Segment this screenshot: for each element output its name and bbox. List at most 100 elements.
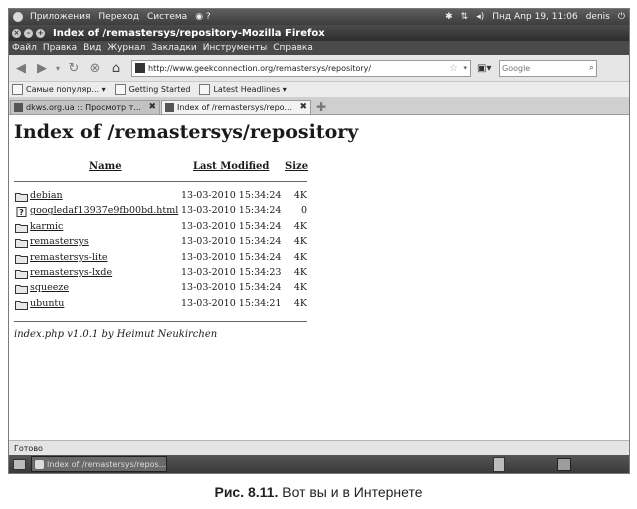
rss-icon bbox=[199, 84, 211, 95]
bug-icon[interactable]: ✱ bbox=[441, 12, 457, 22]
menu-edit[interactable]: Правка bbox=[40, 43, 80, 53]
workspace-switcher-icon[interactable] bbox=[557, 458, 571, 471]
file-link[interactable]: remastersys bbox=[30, 236, 89, 247]
applications-menu[interactable]: Приложения bbox=[26, 12, 94, 22]
folder-icon[interactable] bbox=[15, 238, 28, 249]
bookmark-most-visited[interactable]: Самые популяр... ▾ bbox=[12, 84, 106, 95]
forward-arrow-icon[interactable]: ▶ bbox=[33, 59, 51, 77]
divider bbox=[14, 181, 307, 182]
file-link[interactable]: remastersys-lxde bbox=[30, 267, 112, 278]
trash-icon[interactable] bbox=[493, 457, 505, 472]
file-size: 4K bbox=[293, 190, 307, 201]
window-titlebar[interactable]: × – + Index of /remastersys/repository-M… bbox=[9, 25, 629, 41]
file-size: 4K bbox=[293, 236, 307, 248]
divider bbox=[14, 321, 307, 322]
home-icon[interactable]: ⌂ bbox=[107, 59, 125, 77]
menu-view[interactable]: Вид bbox=[80, 43, 104, 53]
folder-icon[interactable] bbox=[15, 192, 28, 202]
places-menu[interactable]: Переход bbox=[94, 12, 143, 22]
close-tab-icon[interactable]: ✖ bbox=[299, 102, 307, 112]
file-modified: 13-03-2010 15:34:24 bbox=[181, 236, 282, 248]
url-text[interactable]: http://www.geekconnection.org/remastersy… bbox=[148, 64, 371, 73]
file-link[interactable]: karmic bbox=[30, 221, 63, 232]
tab-strip: dkws.org.ua :: Просмотр т... ✖ Index of … bbox=[9, 98, 629, 115]
search-engine-icon[interactable]: ▣▾ bbox=[477, 61, 497, 75]
status-text: Готово bbox=[14, 443, 43, 453]
menu-bar: Файл Правка Вид Журнал Закладки Инструме… bbox=[9, 41, 629, 55]
file-size: 4K bbox=[293, 282, 307, 294]
file-modified: 13-03-2010 15:34:24 bbox=[181, 205, 282, 217]
url-bar[interactable]: http://www.geekconnection.org/remastersy… bbox=[131, 59, 471, 77]
folder-icon[interactable] bbox=[15, 269, 28, 279]
status-bar: Готово bbox=[9, 440, 629, 455]
close-tab-icon[interactable]: ✖ bbox=[148, 102, 156, 112]
column-modified-header[interactable]: Last Modified bbox=[193, 161, 269, 172]
tab-dkws[interactable]: dkws.org.ua :: Просмотр т... ✖ bbox=[10, 100, 160, 114]
file-size: 0 bbox=[300, 205, 307, 217]
network-icon[interactable]: ⇅ bbox=[457, 12, 473, 22]
file-modified: 13-03-2010 15:34:24 bbox=[181, 220, 282, 232]
show-desktop-icon[interactable] bbox=[13, 459, 26, 470]
menu-help[interactable]: Справка bbox=[270, 43, 316, 53]
table-row: remastersys-lxde 13-03-2010 15:34:23 4K bbox=[14, 266, 307, 281]
bookmark-star-icon[interactable]: ☆ bbox=[449, 61, 458, 76]
file-size: 4K bbox=[293, 267, 307, 278]
stop-icon[interactable]: ⊗ bbox=[86, 59, 104, 77]
power-icon[interactable]: ⏻ bbox=[614, 12, 629, 22]
menu-file[interactable]: Файл bbox=[9, 43, 40, 53]
history-dropdown-icon[interactable]: ▾ bbox=[54, 59, 62, 77]
new-tab-icon[interactable]: ✚ bbox=[314, 100, 328, 114]
file-modified: 13-03-2010 15:34:23 bbox=[181, 267, 282, 278]
menu-tools[interactable]: Инструменты bbox=[200, 43, 270, 53]
bookmark-latest-headlines[interactable]: Latest Headlines ▾ bbox=[199, 84, 287, 95]
tab-index-repository[interactable]: Index of /remastersys/repo... ✖ bbox=[161, 100, 311, 114]
figure-text: Вот вы и в Интернете bbox=[282, 484, 423, 500]
window-title: Index of /remastersys/repository-Mozilla… bbox=[53, 27, 325, 39]
column-name-header[interactable]: Name bbox=[89, 161, 122, 172]
bookmarks-toolbar: Самые популяр... ▾ Getting Started Lates… bbox=[9, 82, 629, 98]
user-menu[interactable]: denis bbox=[582, 12, 614, 22]
file-modified: 13-03-2010 15:34:24 bbox=[181, 190, 282, 201]
back-arrow-icon[interactable]: ◀ bbox=[12, 59, 30, 77]
folder-icon[interactable] bbox=[15, 223, 28, 233]
search-input[interactable] bbox=[500, 63, 584, 73]
folder-icon[interactable] bbox=[15, 300, 28, 310]
help-icon[interactable]: ◉ ? bbox=[191, 12, 215, 22]
close-window-icon[interactable]: × bbox=[12, 28, 21, 38]
folder-icon[interactable] bbox=[15, 254, 28, 264]
gnome-bottom-panel: Index of /remastersys/repos... bbox=[9, 455, 629, 473]
system-menu[interactable]: Система bbox=[143, 12, 191, 22]
bookmark-getting-started[interactable]: Getting Started bbox=[114, 84, 190, 95]
search-box[interactable]: ⌕ bbox=[499, 59, 597, 77]
file-link[interactable]: googledaf13937e9fb00bd.html bbox=[30, 205, 178, 216]
gnome-foot-icon[interactable] bbox=[13, 12, 23, 22]
column-size-header[interactable]: Size bbox=[285, 161, 308, 172]
file-link[interactable]: debian bbox=[30, 190, 63, 201]
file-modified: 13-03-2010 15:34:24 bbox=[181, 251, 282, 263]
clock[interactable]: Пнд Апр 19, 11:06 bbox=[488, 12, 581, 22]
minimize-window-icon[interactable]: – bbox=[24, 28, 33, 38]
page-content: Index of /remastersys/repository Name La… bbox=[9, 115, 629, 440]
folder-icon[interactable] bbox=[15, 284, 28, 295]
search-icon[interactable]: ⌕ bbox=[589, 61, 594, 76]
file-link[interactable]: ubuntu bbox=[30, 298, 64, 309]
unknown-file-icon[interactable]: ? bbox=[15, 207, 28, 218]
table-row: ? googledaf13937e9fb00bd.html 13-03-2010 1… bbox=[14, 204, 307, 219]
tab-favicon-icon bbox=[165, 103, 174, 112]
menu-bookmarks[interactable]: Закладки bbox=[148, 43, 200, 53]
reload-icon[interactable]: ↻ bbox=[65, 59, 83, 77]
url-dropdown-icon[interactable]: ▾ bbox=[463, 61, 467, 76]
menu-history[interactable]: Журнал bbox=[104, 43, 148, 53]
table-row: ubuntu 13-03-2010 15:34:21 4K bbox=[14, 297, 307, 312]
file-link[interactable]: remastersys-lite bbox=[30, 252, 108, 263]
table-row: squeeze 13-03-2010 15:34:24 4K bbox=[14, 281, 307, 296]
file-size: 4K bbox=[293, 251, 307, 263]
taskbar-window-button[interactable]: Index of /remastersys/repos... bbox=[31, 456, 167, 472]
volume-icon[interactable]: ◂) bbox=[472, 12, 488, 22]
table-row: debian 13-03-2010 15:34:24 4K bbox=[14, 189, 307, 204]
file-link[interactable]: squeeze bbox=[30, 282, 69, 293]
page-heading: Index of /remastersys/repository bbox=[14, 121, 359, 143]
file-modified: 13-03-2010 15:34:24 bbox=[181, 282, 282, 294]
maximize-window-icon[interactable]: + bbox=[36, 28, 45, 38]
firefox-icon bbox=[35, 459, 44, 469]
